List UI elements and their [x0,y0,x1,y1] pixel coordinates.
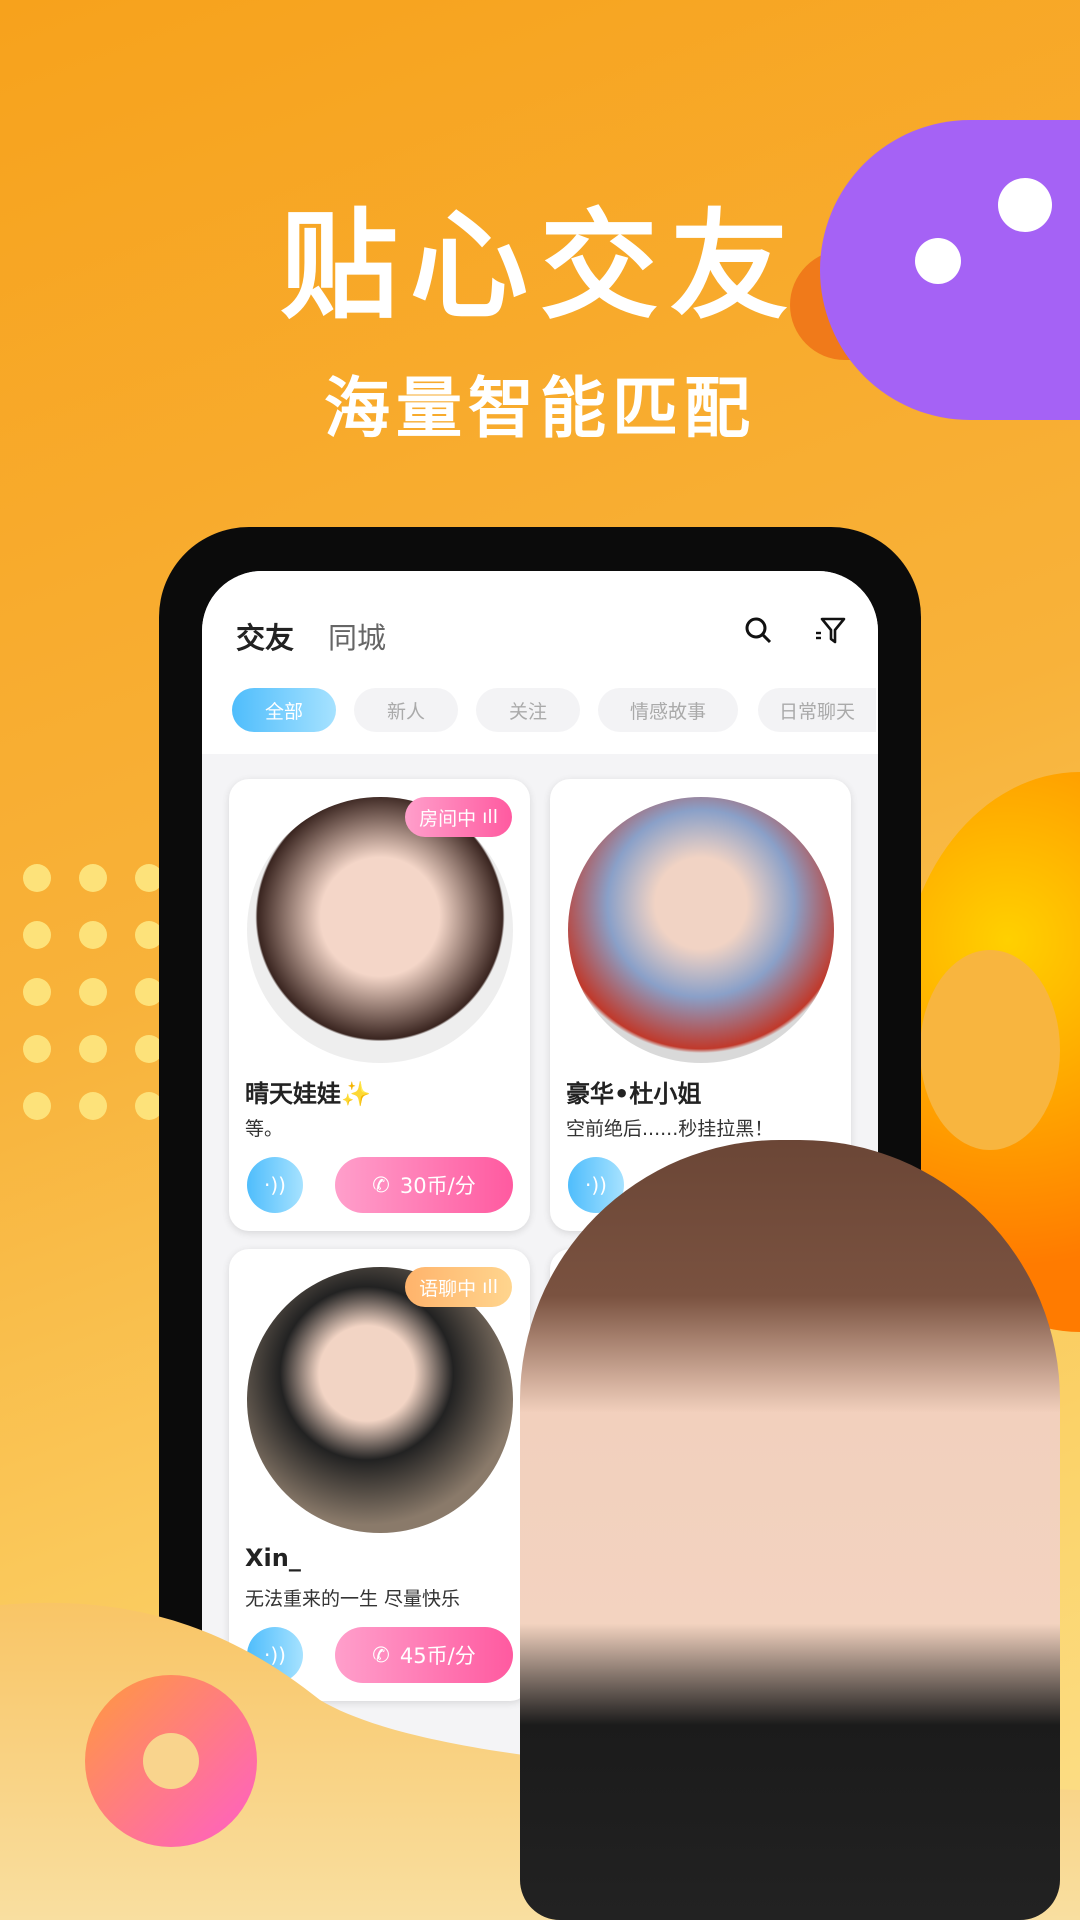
voice-icon: ·)) [264,1173,286,1197]
status-badge-label: 房间中 [419,807,477,830]
status-badge: 语聊中 ıll [405,1267,512,1307]
planet-eye-decoration [915,238,961,284]
status-badge: 房间中 ıll [405,797,512,837]
user-name: 豪华•杜小姐 [566,1080,702,1108]
call-price: 30币/分 [399,1174,476,1198]
model-photo [520,1140,1060,1920]
app-header: 交友 同城 全部 新人 关注 情感故事 日常聊天 [202,571,878,754]
voice-icon: ·)) [585,1173,607,1197]
dot [79,864,107,892]
phone-icon: ✆ [372,1173,390,1197]
dot [79,1092,107,1120]
dot [79,921,107,949]
dot [23,978,51,1006]
dot [79,1035,107,1063]
dot [23,1092,51,1120]
chip-daily-chat[interactable]: 日常聊天 [758,688,876,732]
chip-emotion-stories[interactable]: 情感故事 [598,688,738,732]
dot [23,921,51,949]
status-badge-label: 语聊中 [419,1277,477,1300]
orange-circle-hole-decoration [920,950,1060,1150]
chip-new[interactable]: 新人 [354,688,458,732]
call-button[interactable]: ✆ 30币/分 [335,1157,513,1213]
user-card[interactable]: 房间中 ıll 晴天娃娃✨ 等。 ·)) ✆ 30币/分 [229,779,530,1231]
chip-all[interactable]: 全部 [232,688,336,732]
dot [23,1035,51,1063]
sound-wave-icon: ıll [482,806,498,828]
dot [79,978,107,1006]
user-bio: 空前绝后......秒挂拉黑！ [566,1118,774,1140]
search-icon[interactable] [743,615,773,645]
chip-following[interactable]: 关注 [476,688,580,732]
tab-friends[interactable]: 交友 [236,615,294,657]
tab-same-city[interactable]: 同城 [328,615,386,657]
sound-wave-icon: ıll [482,1276,498,1298]
user-name: 晴天娃娃✨ [245,1080,371,1108]
planet-eye-decoration [998,178,1052,232]
user-bio: 等。 [245,1118,284,1140]
voice-intro-button[interactable]: ·)) [247,1157,303,1213]
avatar [568,797,834,1063]
filter-icon[interactable] [814,615,846,647]
donut-hole-decoration [143,1733,199,1789]
dot [23,864,51,892]
